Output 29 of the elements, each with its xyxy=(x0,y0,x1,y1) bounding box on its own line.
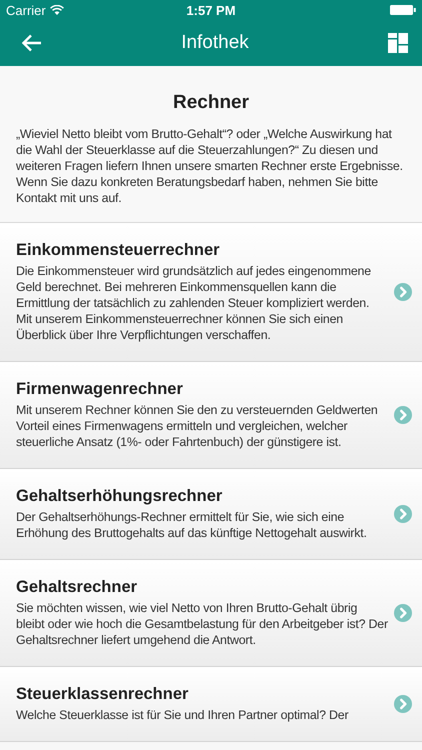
calculator-title: Gehaltsrechner xyxy=(16,578,138,597)
back-button[interactable] xyxy=(22,34,42,52)
wifi-icon xyxy=(50,5,64,15)
chevron-icon[interactable] xyxy=(394,505,412,523)
calculator-list-item[interactable] xyxy=(0,223,422,362)
intro-paragraph: „Wieviel Netto bleibt vom Brutto-Gehalt“? oder „Welche Auswirkung hat die Wahl der Steuerklasse auf die Steuerzahlungen?“ Zu diesen und weiteren Fragen liefern Ihnen unsere smarten Rechner erste Ergebnisse. Wenn Sie dazu konkreten Beratungsbedarf haben, nehmen Sie bitte Kontakt mit uns auf. xyxy=(16,126,404,206)
chevron-icon[interactable] xyxy=(394,695,412,713)
section-title: Rechner xyxy=(172,92,250,114)
calculator-description: Der Gehaltserhöhungs-Rechner ermittelt für Sie, wie sich eine Erhöhung des Bruttogehalts auf das künftige Nettogehalt auswirkt. xyxy=(16,509,368,541)
chevron-icon[interactable] xyxy=(394,406,412,424)
calculator-description: Die Einkommensteuer wird grundsätzlich auf jedes eingenommene Geld berechnet. Bei mehreren Einkommensquellen kann die Ermittlung der tatsächlich zu zahlenden Steuer kompliziert werden. Mit unserem Einkommensteuerrechner können Sie sich einen Überblick über Ihre Verpflichtungen verschaffen. xyxy=(16,263,372,343)
calculator-description: Mit unserem Rechner können Sie den zu versteuernden Geldwerten Vorteil eines Firmenwagens ermitteln und vergleichen, welcher steuerliche Ansatz (1%- oder Fahrtenbuch) der günstigere ist. xyxy=(16,402,379,450)
calculator-description: Sie möchten wissen, wie viel Netto von Ihren Brutto-Gehalt übrig bleibt oder wie hoch die Gesamtbelastung für den Arbeitgeber ist? Der Gehaltsrechner liefert umgehend die Antwort. xyxy=(16,600,388,648)
screen-title: Infothek xyxy=(181,32,249,54)
calculator-description: Welche Steuerklasse ist für Sie und Ihren Partner optimal? Der xyxy=(16,707,350,723)
dashboard-button[interactable] xyxy=(388,33,408,53)
carrier-label: Carrier xyxy=(6,2,46,18)
calculator-list-item[interactable]: Gehaltserhöhungsrechner Der Gehaltserhöhungs-Rechner ermittelt für Sie, wie sich eine Erhöhung des Bruttogehalts auf das künftige Nettogehalt auswirkt. xyxy=(0,469,422,560)
calculator-title: Gehaltserhöhungsrechner xyxy=(16,487,224,506)
calculator-list-item[interactable]: Gehaltsrechner Sie möchten wissen, wie viel Netto von Ihren Brutto-Gehalt übrig bleibt oder wie hoch die Gesamtbelastung für den Arbeitgeber ist? Der Gehaltsrechner liefert umgehend die Antwort. xyxy=(0,560,422,667)
chevron-icon[interactable] xyxy=(394,604,412,622)
chevron-icon[interactable] xyxy=(394,283,412,301)
calculator-list-item[interactable]: Steuerklassenrechner Welche Steuerklasse ist für Sie und Ihren Partner optimal? Der xyxy=(0,667,422,742)
calculator-title: Steuerklassenrechner xyxy=(16,685,190,704)
status-time: 1:57 PM xyxy=(186,2,236,18)
calculator-list-item[interactable] xyxy=(0,362,422,469)
battery-icon xyxy=(390,5,416,15)
calculator-title: Einkommensteuerrechner xyxy=(16,241,221,260)
calculator-title: Firmenwagenrechner xyxy=(16,380,184,399)
